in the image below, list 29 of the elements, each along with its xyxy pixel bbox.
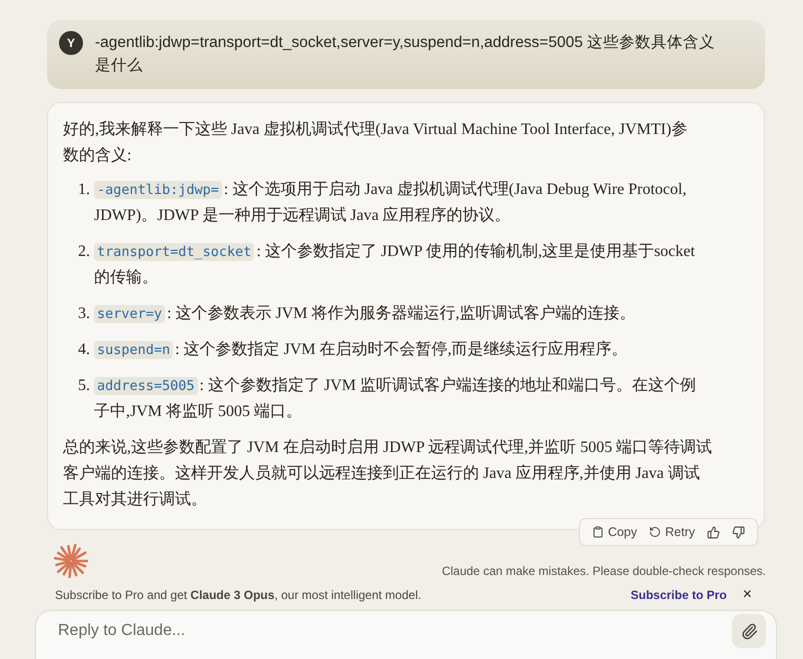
disclaimer-text: Claude can make mistakes. Please double-check responses.: [442, 564, 766, 578]
reply-composer[interactable]: Reply to Claude...: [35, 610, 777, 659]
thumbs-down-icon: [732, 526, 745, 538]
list-number: 3.: [78, 304, 91, 324]
list-number: 2.: [78, 242, 91, 262]
attach-button[interactable]: [732, 614, 766, 648]
close-button[interactable]: ×: [738, 586, 756, 604]
clipboard-icon: [592, 526, 604, 538]
list-item-text: address=5005 : 这个参数指定了 JVM 监听调试客户端连接的地址和端口号。在这个例子中,JVM 将监听 5005 端口。: [94, 376, 697, 422]
subscribe-link[interactable]: Subscribe to Pro: [630, 588, 727, 602]
reply-input-field[interactable]: Reply to Claude...: [56, 621, 560, 641]
retry-button[interactable]: Retry: [645, 523, 699, 541]
list-number: 5.: [78, 376, 91, 396]
intro-paragraph: 好的,我来解释一下这些 Java 虚拟机调试代理(Java Virtual Machine Tool Interface, JVMTI)参数的含义:: [63, 120, 688, 166]
user-message-text: -agentlib:jdwp=transport=dt_socket,server=y,suspend=n,address=5005 这些参数具体含义是什么: [95, 33, 716, 76]
user-avatar: Y: [59, 31, 83, 55]
conclusion-paragraph: 总的来说,这些参数配置了 JVM 在启动时启用 JDWP 远程调试代理,并监听 5005 端口等待调试客户端的连接。这样开发人员就可以远程连接到正在运行的 Java 应用程序,并使用 Java 调试工具对其进行调试。: [63, 438, 713, 510]
list-number: 4.: [78, 340, 91, 360]
list-item-text: transport=dt_socket : 这个参数指定了 JDWP 使用的传输机制,这里是使用基于socket 的传输。: [94, 242, 696, 288]
list-item-text: -agentlib:jdwp= : 这个选项用于启动 Java 虚拟机调试代理(Java Debug Wire Protocol, JDWP)。JDWP 是一种用于远程调试 Java 应用程序的协议。: [94, 180, 688, 226]
starburst-logo-icon: [54, 544, 88, 578]
list-item-text: suspend=n : 这个参数指定 JVM 在启动时不会暂停,而是继续运行应用程序。: [94, 337, 699, 363]
subscribe-promo-text: Subscribe to Pro and get Claude 3 Opus, our most intelligent model.: [55, 588, 422, 602]
list-item-text: server=y : 这个参数表示 JVM 将作为服务器端运行,监听调试客户端的连接。: [94, 301, 699, 327]
thumbs-up-icon: [707, 526, 720, 538]
list-number: 1.: [78, 180, 91, 200]
retry-icon: [649, 526, 662, 538]
copy-button[interactable]: Copy: [588, 523, 642, 541]
paperclip-icon: [740, 622, 758, 640]
